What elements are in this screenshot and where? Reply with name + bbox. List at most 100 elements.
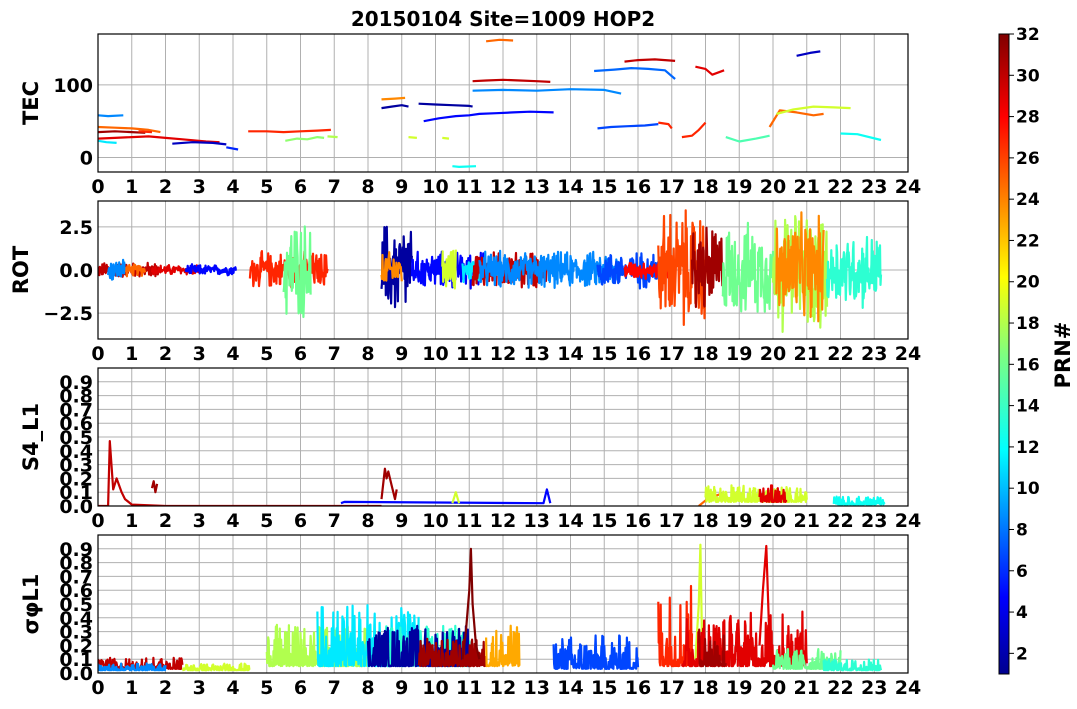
prn-19-trace	[442, 136, 450, 140]
x-tick-label: 0	[91, 510, 104, 532]
x-tick-label: 4	[226, 343, 239, 365]
x-tick-label: 17	[659, 343, 685, 365]
x-tick-label: 0	[91, 343, 104, 365]
x-tick-label: 10	[422, 677, 448, 699]
chart-title: 20150104 Site=1009 HOP2	[351, 7, 655, 31]
x-tick-label: 2	[159, 677, 172, 699]
x-tick-label: 0	[91, 677, 104, 699]
x-tick-label: 15	[591, 343, 617, 365]
colorbar-tick-label: 14	[1016, 397, 1040, 417]
x-tick-label: 12	[490, 677, 516, 699]
x-tick-label: 20	[760, 510, 786, 532]
x-tick-label: 14	[557, 343, 583, 365]
prn-31-trace	[98, 130, 146, 134]
x-tick-label: 24	[895, 343, 921, 365]
x-tick-label: 13	[524, 510, 550, 532]
x-tick-label: 20	[760, 343, 786, 365]
x-tick-label: 1	[125, 176, 138, 198]
y-tick-label: −2.5	[43, 303, 93, 325]
x-tick-label: 6	[294, 510, 307, 532]
x-tick-label: 14	[557, 510, 583, 532]
x-tick-label: 1	[125, 510, 138, 532]
x-tick-label: 23	[861, 176, 887, 198]
y-axis-label: ROT	[9, 245, 33, 294]
x-tick-label: 18	[692, 343, 718, 365]
colorbar-tick-label: 2	[1016, 644, 1028, 664]
x-tick-label: 16	[625, 677, 651, 699]
x-tick-label: 20	[760, 176, 786, 198]
x-tick-label: 9	[395, 343, 408, 365]
prn-24-trace	[381, 96, 406, 101]
x-tick-label: 6	[294, 176, 307, 198]
x-tick-label: 11	[456, 510, 482, 532]
x-tick-label: 14	[557, 677, 583, 699]
x-tick-label: 10	[422, 510, 448, 532]
x-tick-label: 22	[827, 176, 853, 198]
x-tick-label: 20	[760, 677, 786, 699]
x-tick-label: 10	[422, 343, 448, 365]
x-tick-label: 17	[659, 510, 685, 532]
x-tick-label: 19	[726, 176, 752, 198]
x-tick-label: 19	[726, 343, 752, 365]
x-tick-label: 5	[260, 510, 273, 532]
x-tick-label: 13	[524, 176, 550, 198]
colorbar-tick-label: 24	[1016, 190, 1040, 210]
x-tick-label: 18	[692, 510, 718, 532]
x-tick-label: 21	[794, 677, 820, 699]
x-tick-label: 12	[490, 176, 516, 198]
x-tick-label: 5	[260, 343, 273, 365]
x-tick-label: 1	[125, 343, 138, 365]
colorbar-tick-label: 20	[1016, 273, 1040, 293]
x-tick-label: 9	[395, 677, 408, 699]
y-tick-label: 0.0	[59, 260, 93, 282]
x-tick-label: 16	[625, 510, 651, 532]
x-tick-label: 3	[193, 677, 206, 699]
prn-18-trace	[327, 135, 338, 139]
x-tick-label: 8	[361, 343, 374, 365]
prn-19-trace	[408, 136, 418, 139]
x-tick-label: 12	[490, 510, 516, 532]
x-tick-label: 6	[294, 677, 307, 699]
x-tick-label: 0	[91, 176, 104, 198]
x-tick-label: 14	[557, 176, 583, 198]
x-tick-label: 16	[625, 176, 651, 198]
x-tick-label: 4	[226, 677, 239, 699]
x-tick-label: 22	[827, 343, 853, 365]
x-tick-label: 8	[361, 510, 374, 532]
x-tick-label: 7	[328, 176, 341, 198]
x-tick-label: 2	[159, 343, 172, 365]
y-axis-label: TEC	[19, 81, 43, 125]
x-tick-label: 8	[361, 176, 374, 198]
colorbar-tick-label: 26	[1016, 149, 1040, 169]
y-tick-label: 2.5	[59, 217, 93, 239]
y-axis-label: σφL1	[19, 574, 43, 635]
x-tick-label: 11	[456, 343, 482, 365]
x-tick-label: 15	[591, 176, 617, 198]
x-tick-label: 21	[794, 343, 820, 365]
colorbar-tick-label: 12	[1016, 438, 1040, 458]
x-tick-label: 11	[456, 677, 482, 699]
x-tick-label: 7	[328, 677, 341, 699]
x-tick-label: 4	[226, 176, 239, 198]
x-tick-label: 3	[193, 176, 206, 198]
x-tick-label: 2	[159, 510, 172, 532]
x-tick-label: 18	[692, 176, 718, 198]
x-tick-label: 13	[524, 343, 550, 365]
prn-9-trace	[98, 114, 124, 118]
colorbar-tick-label: 6	[1016, 562, 1028, 582]
x-tick-label: 22	[827, 677, 853, 699]
x-tick-label: 10	[422, 176, 448, 198]
x-tick-label: 23	[861, 510, 887, 532]
x-tick-label: 2	[159, 176, 172, 198]
y-tick-label: 0.9	[59, 539, 93, 561]
x-tick-label: 12	[490, 343, 516, 365]
x-tick-label: 24	[895, 677, 921, 699]
colorbar-tick-label: 22	[1016, 231, 1040, 251]
figure: 20150104 Site=1009 HOP2 0 1 2 3 4 5 6 7 8 9 10 11 12…	[0, 0, 1077, 709]
y-tick-label: 0	[80, 147, 93, 169]
x-tick-label: 24	[895, 176, 921, 198]
y-tick-label: 100	[53, 75, 93, 97]
colorbar-tick-label: 18	[1016, 314, 1040, 334]
x-tick-label: 15	[591, 677, 617, 699]
x-tick-label: 7	[328, 343, 341, 365]
